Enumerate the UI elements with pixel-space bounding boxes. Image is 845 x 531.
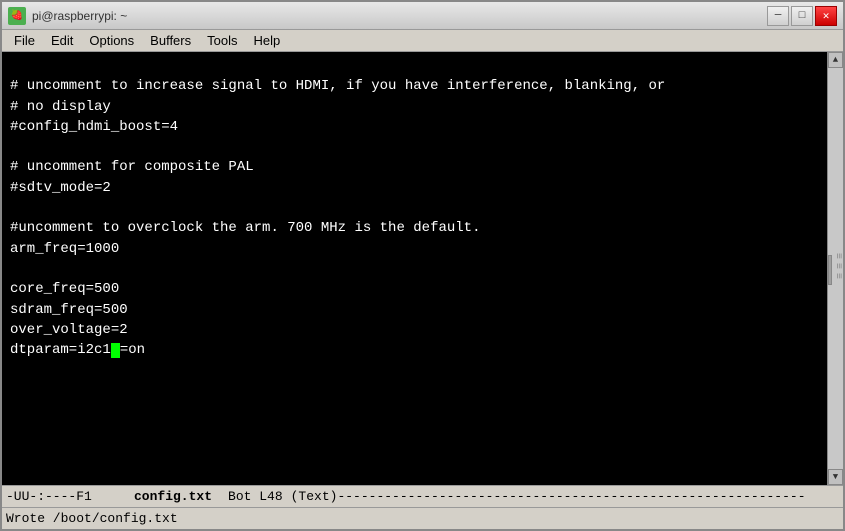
menu-edit[interactable]: Edit <box>43 31 81 50</box>
line-12: core_freq=500 <box>10 279 819 299</box>
scrollbar-decoration: ≡≡≡ <box>832 253 843 283</box>
status-type: (Text)----------------------------------… <box>291 489 839 504</box>
window-controls: ─ □ ✕ <box>767 6 837 26</box>
status-position: Bot L48 <box>228 489 283 504</box>
bottombar: Wrote /boot/config.txt <box>2 507 843 529</box>
scrollbar-down-button[interactable]: ▼ <box>828 469 843 485</box>
line-11 <box>10 259 819 279</box>
scrollbar[interactable]: ▲ ≡≡≡ ▼ <box>827 52 843 485</box>
text-cursor <box>111 343 120 358</box>
scrollbar-track[interactable]: ≡≡≡ <box>828 68 843 469</box>
line-4: #config_hdmi_boost=4 <box>10 117 819 137</box>
statusbar: -UU-:----F1 config.txt Bot L48 (Text)---… <box>2 485 843 507</box>
editor-area[interactable]: # uncomment to increase signal to HDMI, … <box>2 52 843 485</box>
line-2: # uncomment to increase signal to HDMI, … <box>10 76 819 96</box>
bottom-message: Wrote /boot/config.txt <box>6 511 178 526</box>
menu-help[interactable]: Help <box>245 31 288 50</box>
line-15: dtparam=i2c1=on <box>10 340 819 360</box>
line-13: sdram_freq=500 <box>10 300 819 320</box>
line-14: over_voltage=2 <box>10 320 819 340</box>
minimize-button[interactable]: ─ <box>767 6 789 26</box>
terminal-window: 🍓 pi@raspberrypi: ~ ─ □ ✕ File Edit Opti… <box>0 0 845 531</box>
line-8 <box>10 198 819 218</box>
app-icon: 🍓 <box>8 7 26 25</box>
line-3: # no display <box>10 97 819 117</box>
line-10: arm_freq=1000 <box>10 239 819 259</box>
editor-content[interactable]: # uncomment to increase signal to HDMI, … <box>2 52 827 485</box>
line-7: #sdtv_mode=2 <box>10 178 819 198</box>
menu-file[interactable]: File <box>6 31 43 50</box>
maximize-button[interactable]: □ <box>791 6 813 26</box>
menu-tools[interactable]: Tools <box>199 31 245 50</box>
line-5 <box>10 137 819 157</box>
line-6: # uncomment for composite PAL <box>10 157 819 177</box>
status-filename: config.txt <box>134 489 212 504</box>
window-title: pi@raspberrypi: ~ <box>32 9 767 23</box>
titlebar: 🍓 pi@raspberrypi: ~ ─ □ ✕ <box>2 2 843 30</box>
scrollbar-up-button[interactable]: ▲ <box>828 52 843 68</box>
menu-buffers[interactable]: Buffers <box>142 31 199 50</box>
line-9: #uncomment to overclock the arm. 700 MHz… <box>10 218 819 238</box>
line-1 <box>10 56 819 76</box>
menu-options[interactable]: Options <box>81 31 142 50</box>
menubar: File Edit Options Buffers Tools Help <box>2 30 843 52</box>
close-button[interactable]: ✕ <box>815 6 837 26</box>
status-mode: -UU-:----F1 <box>6 489 126 504</box>
